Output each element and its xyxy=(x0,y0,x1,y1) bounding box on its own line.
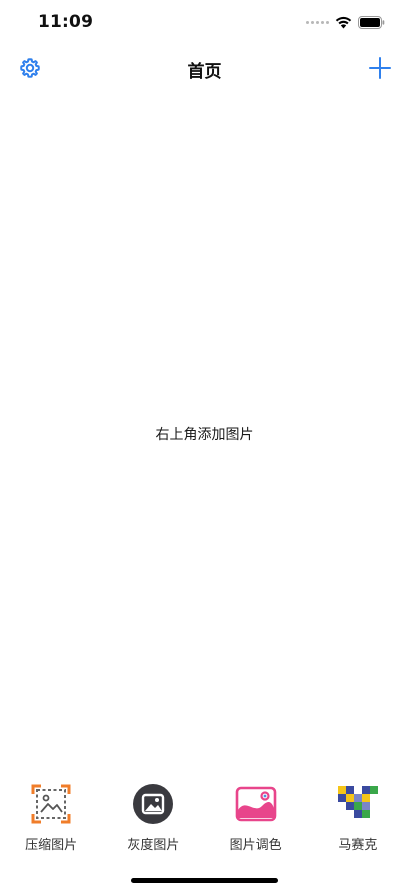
home-screen: 11:09 首页 右上角添加图片 压缩图片 灰度图片 图片调色 马赛克 xyxy=(0,0,409,891)
status-time: 11:09 xyxy=(38,12,94,32)
tab-compress-image[interactable]: 压缩图片 xyxy=(0,782,102,856)
navigation-bar: 首页 xyxy=(0,46,409,90)
tab-label-color-adjust: 图片调色 xyxy=(229,838,282,853)
add-image-button[interactable] xyxy=(367,55,393,81)
tab-label-compress: 压缩图片 xyxy=(25,838,78,853)
compress-image-icon xyxy=(29,782,73,826)
tab-color-adjust-image[interactable]: 图片调色 xyxy=(205,782,307,856)
battery-icon xyxy=(358,15,385,29)
wifi-icon xyxy=(335,16,352,28)
grayscale-image-icon xyxy=(131,782,175,826)
plus-icon xyxy=(369,57,391,79)
tool-bar: 压缩图片 灰度图片 图片调色 马赛克 xyxy=(0,782,409,856)
color-adjust-image-icon xyxy=(234,782,278,826)
page-title: 首页 xyxy=(187,62,222,82)
status-bar: 11:09 xyxy=(0,0,409,46)
tab-label-mosaic: 马赛克 xyxy=(338,838,378,853)
tab-grayscale-image[interactable]: 灰度图片 xyxy=(102,782,204,856)
home-indicator[interactable] xyxy=(131,878,278,883)
empty-state-hint: 右上角添加图片 xyxy=(155,427,254,443)
mosaic-icon xyxy=(336,782,380,826)
cellular-signal-icon xyxy=(306,20,329,24)
tab-label-grayscale: 灰度图片 xyxy=(127,838,180,853)
tab-mosaic[interactable]: 马赛克 xyxy=(307,782,409,856)
status-indicators xyxy=(306,14,385,30)
